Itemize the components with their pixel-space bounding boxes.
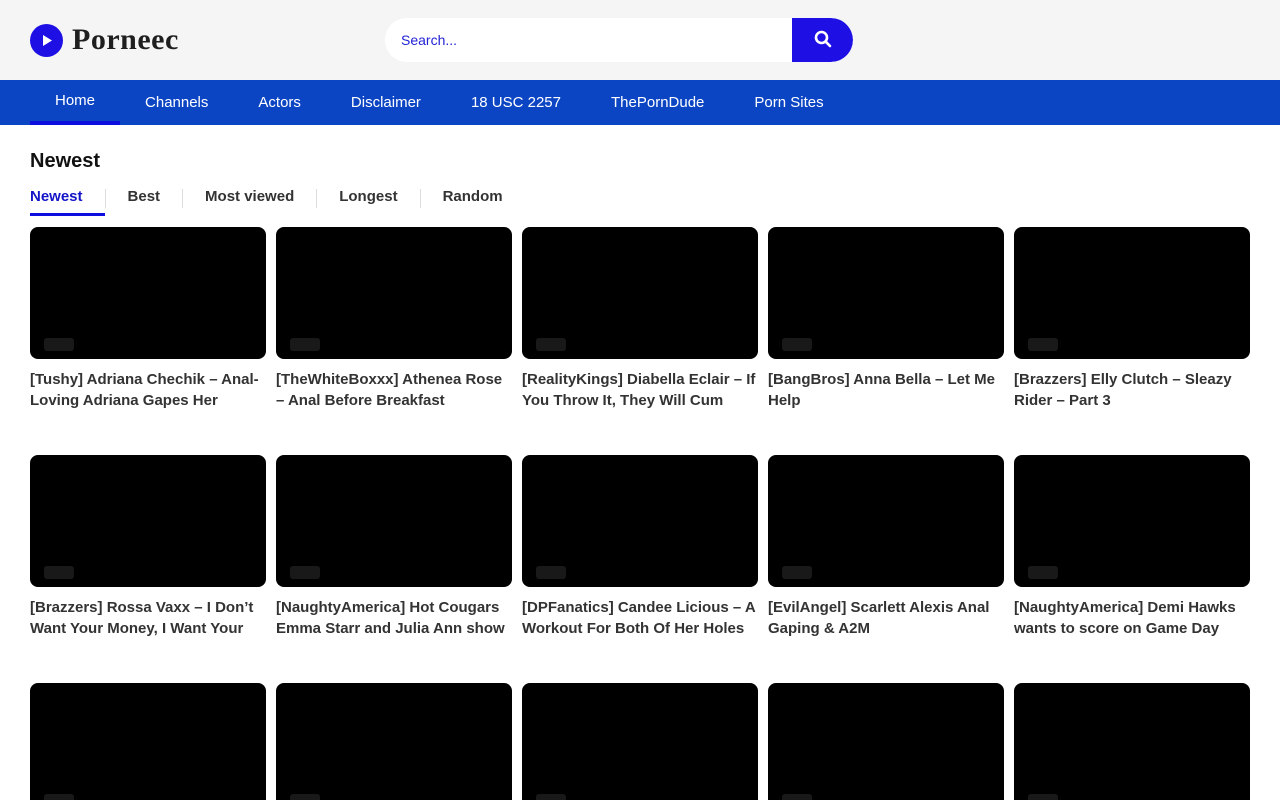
video-thumbnail[interactable] [768, 227, 1004, 359]
video-title[interactable]: [Tushy] Adriana Chechik – Anal-Loving Ad… [30, 369, 266, 411]
tab-best[interactable]: Best [106, 188, 183, 213]
video-card[interactable] [1014, 683, 1250, 800]
video-card[interactable]: [BangBros] Anna Bella – Let Me Help [768, 227, 1004, 411]
page-title: Newest [30, 150, 1250, 173]
video-title[interactable]: [TheWhiteBoxxx] Athenea Rose – Anal Befo… [276, 369, 512, 411]
duration-badge [290, 338, 320, 351]
nav-item-actors[interactable]: Actors [233, 80, 326, 125]
video-thumbnail[interactable] [1014, 227, 1250, 359]
duration-badge [536, 338, 566, 351]
video-title[interactable]: [DPFanatics] Candee Licious – A Workout … [522, 597, 758, 639]
main-nav: Home Channels Actors Disclaimer 18 USC 2… [0, 80, 1280, 125]
nav-item-channels[interactable]: Channels [120, 80, 233, 125]
video-title[interactable]: [BangBros] Anna Bella – Let Me Help [768, 369, 1004, 411]
duration-badge [44, 566, 74, 579]
duration-badge [1028, 566, 1058, 579]
video-thumbnail[interactable] [276, 455, 512, 587]
site-logo[interactable]: Porneec [30, 23, 179, 57]
video-card[interactable]: [Brazzers] Rossa Vaxx – I Don’t Want You… [30, 455, 266, 639]
video-title[interactable]: [RealityKings] Diabella Eclair – If You … [522, 369, 758, 411]
duration-badge [1028, 338, 1058, 351]
duration-badge [290, 566, 320, 579]
video-thumbnail[interactable] [30, 683, 266, 800]
duration-badge [536, 566, 566, 579]
duration-badge [782, 794, 812, 800]
tab-most-viewed[interactable]: Most viewed [183, 188, 316, 213]
video-thumbnail[interactable] [276, 683, 512, 800]
video-thumbnail[interactable] [1014, 683, 1250, 800]
site-title: Porneec [72, 23, 179, 57]
sort-tabs: Newest Best Most viewed Longest Random [30, 188, 1250, 216]
video-thumbnail[interactable] [276, 227, 512, 359]
video-title[interactable]: [Brazzers] Rossa Vaxx – I Don’t Want You… [30, 597, 266, 639]
nav-item-theporndude[interactable]: ThePornDude [586, 80, 729, 125]
play-logo-icon [30, 24, 63, 57]
video-thumbnail[interactable] [1014, 455, 1250, 587]
duration-badge [782, 338, 812, 351]
nav-item-18-usc-2257[interactable]: 18 USC 2257 [446, 80, 586, 125]
video-thumbnail[interactable] [522, 683, 758, 800]
duration-badge [290, 794, 320, 800]
video-grid: [Tushy] Adriana Chechik – Anal-Loving Ad… [30, 227, 1250, 800]
video-card[interactable] [30, 683, 266, 800]
video-card[interactable] [768, 683, 1004, 800]
nav-item-porn-sites[interactable]: Porn Sites [729, 80, 848, 125]
video-title[interactable]: [NaughtyAmerica] Demi Hawks wants to sco… [1014, 597, 1250, 639]
duration-badge [44, 794, 74, 800]
video-card[interactable]: [NaughtyAmerica] Hot Cougars Emma Starr … [276, 455, 512, 639]
video-title[interactable]: [NaughtyAmerica] Hot Cougars Emma Starr … [276, 597, 512, 639]
duration-badge [44, 338, 74, 351]
video-thumbnail[interactable] [522, 227, 758, 359]
duration-badge [1028, 794, 1058, 800]
video-thumbnail[interactable] [768, 455, 1004, 587]
nav-item-disclaimer[interactable]: Disclaimer [326, 80, 446, 125]
video-card[interactable]: [Brazzers] Elly Clutch – Sleazy Rider – … [1014, 227, 1250, 411]
site-header: Porneec [0, 0, 1280, 80]
video-card[interactable]: [RealityKings] Diabella Eclair – If You … [522, 227, 758, 411]
search-form [385, 18, 853, 62]
video-card[interactable]: [TheWhiteBoxxx] Athenea Rose – Anal Befo… [276, 227, 512, 411]
duration-badge [536, 794, 566, 800]
main-content: Newest Newest Best Most viewed Longest R… [0, 150, 1280, 800]
video-card[interactable] [522, 683, 758, 800]
video-card[interactable] [276, 683, 512, 800]
search-input[interactable] [385, 18, 792, 62]
nav-item-home[interactable]: Home [30, 80, 120, 125]
video-card[interactable]: [EvilAngel] Scarlett Alexis Anal Gaping … [768, 455, 1004, 639]
video-thumbnail[interactable] [30, 227, 266, 359]
video-thumbnail[interactable] [522, 455, 758, 587]
tab-longest[interactable]: Longest [317, 188, 419, 213]
duration-badge [782, 566, 812, 579]
video-card[interactable]: [NaughtyAmerica] Demi Hawks wants to sco… [1014, 455, 1250, 639]
tab-newest[interactable]: Newest [30, 188, 105, 216]
search-icon [812, 28, 834, 53]
video-thumbnail[interactable] [30, 455, 266, 587]
tab-random[interactable]: Random [421, 188, 525, 213]
video-title[interactable]: [EvilAngel] Scarlett Alexis Anal Gaping … [768, 597, 1004, 639]
video-card[interactable]: [DPFanatics] Candee Licious – A Workout … [522, 455, 758, 639]
video-card[interactable]: [Tushy] Adriana Chechik – Anal-Loving Ad… [30, 227, 266, 411]
video-thumbnail[interactable] [768, 683, 1004, 800]
search-button[interactable] [792, 18, 853, 62]
video-title[interactable]: [Brazzers] Elly Clutch – Sleazy Rider – … [1014, 369, 1250, 411]
